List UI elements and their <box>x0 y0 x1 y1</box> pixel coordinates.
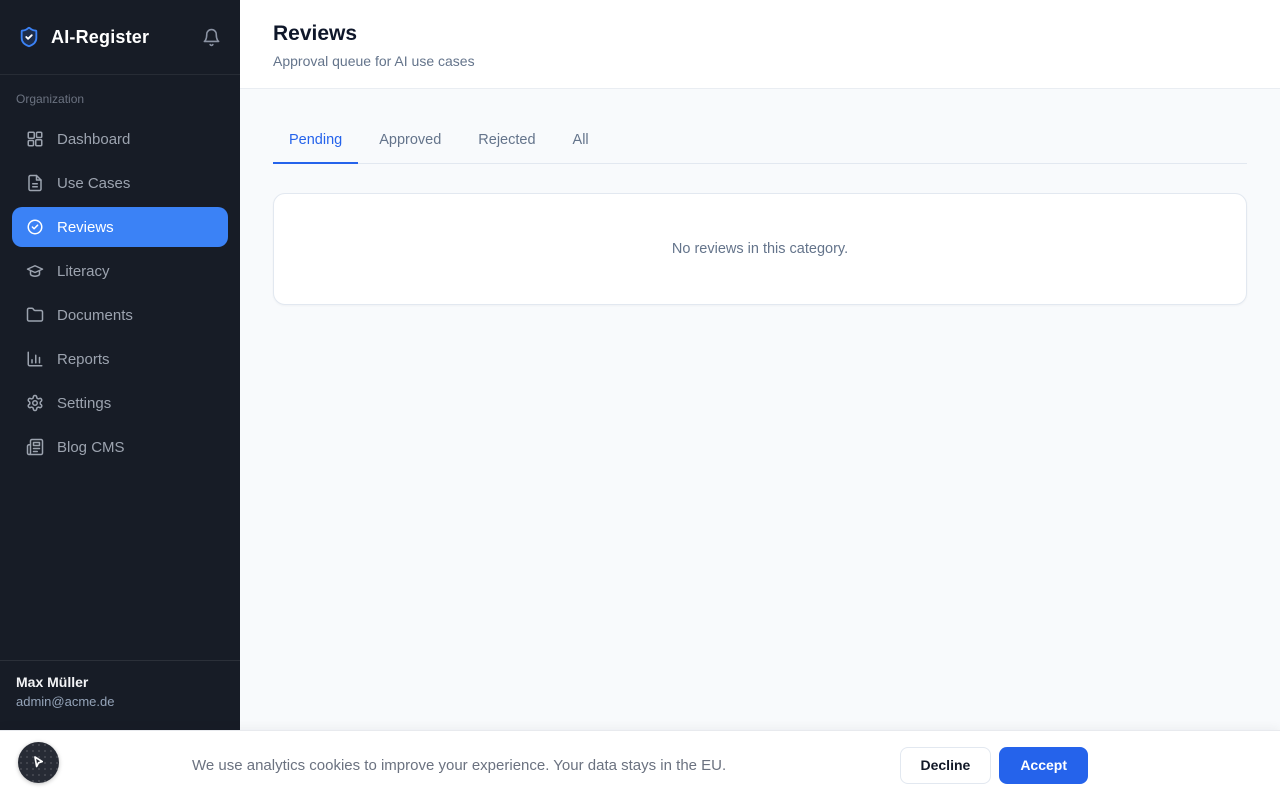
tab-rejected[interactable]: Rejected <box>462 120 551 164</box>
sidebar-section-label: Organization <box>16 92 85 106</box>
sidebar-item-label: Blog CMS <box>57 438 125 456</box>
sidebar-item-dashboard[interactable]: Dashboard <box>12 119 228 159</box>
sidebar-item-reports[interactable]: Reports <box>12 339 228 379</box>
dashboard-grid-icon <box>26 130 44 148</box>
app-title: AI-Register <box>51 26 150 47</box>
tab-approved[interactable]: Approved <box>363 120 457 164</box>
sidebar-item-label: Use Cases <box>57 174 131 192</box>
gear-icon <box>26 394 44 412</box>
cookie-banner-message: We use analytics cookies to improve your… <box>192 757 727 774</box>
tab-bar: Pending Approved Rejected All <box>273 120 1247 164</box>
sidebar-item-blog-cms[interactable]: Blog CMS <box>12 427 228 467</box>
content-area: Pending Approved Rejected All No reviews in… <box>240 89 1280 305</box>
user-name: Max Müller <box>16 674 89 690</box>
graduation-cap-icon <box>26 262 44 280</box>
sidebar-user-panel: Max Müller admin@acme.de <box>0 660 240 730</box>
user-email: admin@acme.de <box>16 694 115 709</box>
sidebar-item-use-cases[interactable]: Use Cases <box>12 163 228 203</box>
accept-button[interactable]: Accept <box>999 747 1088 784</box>
sidebar-nav: Dashboard Use Cases Reviews Literacy Doc… <box>0 119 240 467</box>
shield-check-icon <box>18 25 40 49</box>
sidebar: AI-Register Organization Dashboard Use C… <box>0 0 240 800</box>
tab-all[interactable]: All <box>557 120 605 164</box>
sidebar-item-label: Settings <box>57 394 112 412</box>
main-area: Reviews Approval queue for AI use cases … <box>240 0 1280 800</box>
sidebar-item-label: Reports <box>57 350 110 368</box>
file-text-icon <box>26 174 44 192</box>
sidebar-item-literacy[interactable]: Literacy <box>12 251 228 291</box>
sidebar-item-label: Literacy <box>57 262 110 280</box>
sidebar-item-label: Documents <box>57 306 133 324</box>
page-header: Reviews Approval queue for AI use cases <box>240 0 1280 89</box>
mouse-pointer-icon <box>30 754 47 771</box>
sidebar-item-label: Dashboard <box>57 130 131 148</box>
page-title: Reviews <box>273 22 358 45</box>
empty-state-message: No reviews in this category. <box>671 241 849 257</box>
tab-pending[interactable]: Pending <box>273 120 359 164</box>
bar-chart-icon <box>26 350 44 368</box>
folder-icon <box>26 306 44 324</box>
sidebar-item-documents[interactable]: Documents <box>12 295 228 335</box>
decline-button[interactable]: Decline <box>899 747 992 784</box>
newspaper-icon <box>26 438 44 456</box>
page-subtitle: Approval queue for AI use cases <box>273 53 475 69</box>
empty-state-card: No reviews in this category. <box>273 193 1247 305</box>
bell-icon[interactable] <box>200 26 222 48</box>
sidebar-logo-row: AI-Register <box>0 0 240 75</box>
cookie-banner: We use analytics cookies to improve your… <box>0 730 1280 800</box>
sidebar-item-label: Reviews <box>57 218 114 236</box>
circle-check-icon <box>26 218 44 236</box>
cursor-indicator <box>18 742 59 783</box>
sidebar-item-reviews[interactable]: Reviews <box>12 207 228 247</box>
cookie-banner-actions: Decline Accept <box>899 747 1088 784</box>
sidebar-item-settings[interactable]: Settings <box>12 383 228 423</box>
